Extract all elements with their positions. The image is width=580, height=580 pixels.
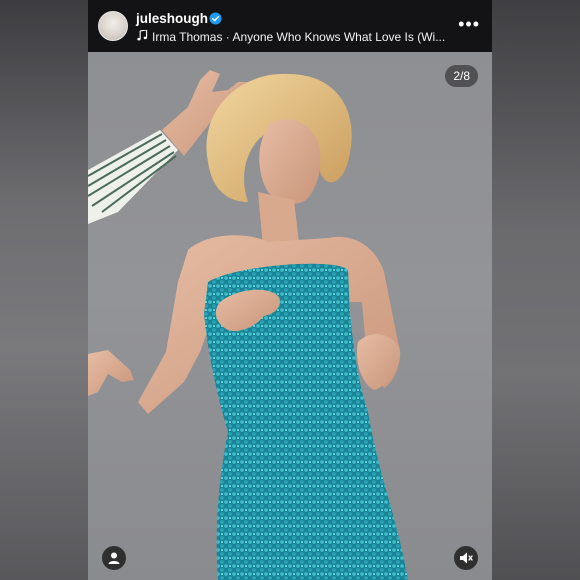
username[interactable]: juleshough	[136, 11, 208, 26]
assistant-hand	[88, 350, 134, 396]
more-options-button[interactable]: •••	[458, 15, 480, 33]
model-figure	[138, 73, 408, 580]
image-counter: 2/8	[445, 65, 478, 87]
music-text: Irma Thomas · Anyone Who Knows What Love…	[152, 30, 446, 44]
mute-toggle-button[interactable]	[454, 546, 478, 570]
music-attribution[interactable]: Irma Thomas · Anyone Who Knows What Love…	[136, 30, 445, 44]
verified-badge-icon	[209, 12, 222, 25]
speaker-muted-icon	[460, 552, 473, 564]
post-header: juleshough Irma Thomas · Anyone Who Know…	[88, 0, 492, 52]
post-photo[interactable]: 2/8	[88, 52, 492, 580]
avatar[interactable]	[98, 11, 128, 41]
story-post: juleshough Irma Thomas · Anyone Who Know…	[88, 0, 492, 580]
user-tag-icon	[108, 552, 120, 564]
music-note-icon	[137, 30, 148, 41]
photo-illustration	[88, 70, 408, 580]
tagged-users-button[interactable]	[102, 546, 126, 570]
blurred-backdrop-left	[0, 0, 88, 580]
blurred-backdrop-right	[492, 0, 580, 580]
